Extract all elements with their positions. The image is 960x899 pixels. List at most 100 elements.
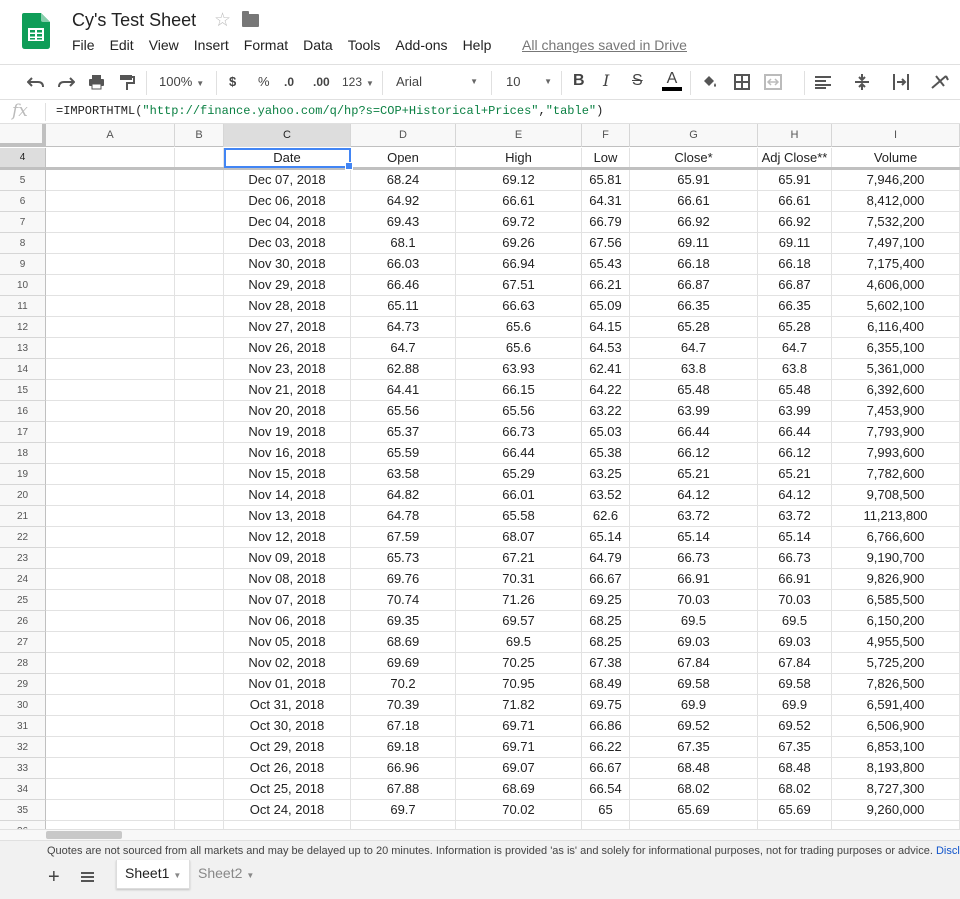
cell-f[interactable]: 64.22 [582, 380, 630, 400]
cell-e[interactable]: 65.6 [456, 338, 582, 358]
all-sheets-icon[interactable] [81, 872, 94, 883]
cell-c[interactable]: Nov 07, 2018 [224, 590, 351, 610]
cell-c[interactable]: Nov 05, 2018 [224, 632, 351, 652]
cell-b[interactable] [175, 275, 224, 295]
cell-d[interactable]: 64.7 [351, 338, 456, 358]
cell-h[interactable]: 66.44 [758, 422, 832, 442]
cell-i[interactable]: 6,355,100 [832, 338, 960, 358]
row-header[interactable]: 21 [0, 506, 46, 527]
sheet-tab-sheet2[interactable]: Sheet2 ▼ [190, 860, 264, 889]
cell-h[interactable]: 65.21 [758, 464, 832, 484]
row-header[interactable]: 9 [0, 254, 46, 275]
cell-i[interactable]: 7,497,100 [832, 233, 960, 253]
cell-d[interactable]: 69.35 [351, 611, 456, 631]
cell-a[interactable] [46, 758, 175, 778]
cell-h[interactable]: 66.35 [758, 296, 832, 316]
cell-area[interactable]: Date Open High Low Close* Adj Close** Volume De… [46, 148, 960, 829]
cell-d[interactable]: Open [351, 148, 456, 167]
cell-h[interactable]: 66.91 [758, 569, 832, 589]
cell-g[interactable]: 64.12 [630, 485, 758, 505]
menu-view[interactable]: View [149, 37, 179, 55]
cell-g[interactable] [630, 821, 758, 829]
cell-d[interactable]: 66.03 [351, 254, 456, 274]
cell-f[interactable]: 65 [582, 800, 630, 820]
cell-d[interactable]: 65.11 [351, 296, 456, 316]
cell-h[interactable]: 63.8 [758, 359, 832, 379]
cell-i[interactable]: 7,453,900 [832, 401, 960, 421]
text-rotation-icon[interactable] [930, 74, 950, 90]
cell-a[interactable] [46, 212, 175, 232]
column-header-f[interactable]: F [582, 124, 630, 147]
increase-decimals-button[interactable]: .00 [313, 74, 330, 90]
cell-c[interactable]: Nov 12, 2018 [224, 527, 351, 547]
cell-b[interactable] [175, 338, 224, 358]
cell-e[interactable]: 69.71 [456, 737, 582, 757]
row-header[interactable]: 8 [0, 233, 46, 254]
align-left-icon[interactable] [815, 76, 831, 89]
cell-b[interactable] [175, 317, 224, 337]
cell-b[interactable] [175, 254, 224, 274]
cell-f[interactable]: 63.52 [582, 485, 630, 505]
cell-f[interactable]: 66.21 [582, 275, 630, 295]
cell-g[interactable]: 64.7 [630, 338, 758, 358]
row-header[interactable]: 20 [0, 485, 46, 506]
formula-input[interactable]: =IMPORTHTML("http://finance.yahoo.com/q/… [56, 104, 603, 118]
cell-c[interactable]: Nov 21, 2018 [224, 380, 351, 400]
cell-i[interactable]: 6,585,500 [832, 590, 960, 610]
cell-d[interactable]: 66.46 [351, 275, 456, 295]
cell-a[interactable] [46, 422, 175, 442]
cell-e[interactable]: 69.07 [456, 758, 582, 778]
cell-i[interactable]: 6,853,100 [832, 737, 960, 757]
cell-h[interactable]: 70.03 [758, 590, 832, 610]
cell-f[interactable]: 65.14 [582, 527, 630, 547]
cell-a[interactable] [46, 527, 175, 547]
row-header[interactable]: 15 [0, 380, 46, 401]
cell-c[interactable]: Oct 29, 2018 [224, 737, 351, 757]
cell-h[interactable]: 65.69 [758, 800, 832, 820]
row-header[interactable]: 13 [0, 338, 46, 359]
percent-format-button[interactable]: % [258, 74, 270, 90]
borders-icon[interactable] [734, 74, 750, 90]
disclaimer-link[interactable]: Discl [936, 845, 960, 857]
cell-a[interactable] [46, 674, 175, 694]
text-color-button[interactable]: A [662, 71, 682, 91]
cell-f[interactable]: 62.41 [582, 359, 630, 379]
cell-i[interactable]: 7,175,400 [832, 254, 960, 274]
cell-d[interactable]: 69.69 [351, 653, 456, 673]
cell-a[interactable] [46, 464, 175, 484]
cell-c[interactable]: Nov 30, 2018 [224, 254, 351, 274]
cell-h[interactable] [758, 821, 832, 829]
cell-f[interactable]: 64.79 [582, 548, 630, 568]
cell-g[interactable]: 67.35 [630, 737, 758, 757]
cell-a[interactable] [46, 401, 175, 421]
scrollbar-thumb[interactable] [46, 831, 122, 839]
zoom-select[interactable]: 100% ▼ [159, 74, 204, 92]
cell-i[interactable]: 6,150,200 [832, 611, 960, 631]
row-header[interactable]: 12 [0, 317, 46, 338]
cell-h[interactable]: 69.52 [758, 716, 832, 736]
cell-b[interactable] [175, 611, 224, 631]
cell-g[interactable]: 66.73 [630, 548, 758, 568]
cell-e[interactable]: 70.02 [456, 800, 582, 820]
cell-c[interactable]: Nov 23, 2018 [224, 359, 351, 379]
cell-f[interactable]: 67.38 [582, 653, 630, 673]
menu-file[interactable]: File [72, 37, 95, 55]
cell-g[interactable]: 63.8 [630, 359, 758, 379]
cell-d[interactable]: 66.96 [351, 758, 456, 778]
row-header[interactable]: 32 [0, 737, 46, 758]
cell-g[interactable]: 66.92 [630, 212, 758, 232]
cell-g[interactable]: 66.12 [630, 443, 758, 463]
cell-a[interactable] [46, 590, 175, 610]
cell-a[interactable] [46, 779, 175, 799]
cell-c[interactable]: Dec 07, 2018 [224, 170, 351, 190]
cell-b[interactable] [175, 170, 224, 190]
cell-i[interactable]: Volume [832, 148, 960, 167]
cell-i[interactable]: 9,708,500 [832, 485, 960, 505]
cell-f[interactable]: 63.22 [582, 401, 630, 421]
cell-c[interactable]: Nov 06, 2018 [224, 611, 351, 631]
cell-e[interactable]: 68.07 [456, 527, 582, 547]
cell-b[interactable] [175, 779, 224, 799]
cell-e[interactable]: 71.82 [456, 695, 582, 715]
cell-b[interactable] [175, 548, 224, 568]
cell-d[interactable]: 63.58 [351, 464, 456, 484]
